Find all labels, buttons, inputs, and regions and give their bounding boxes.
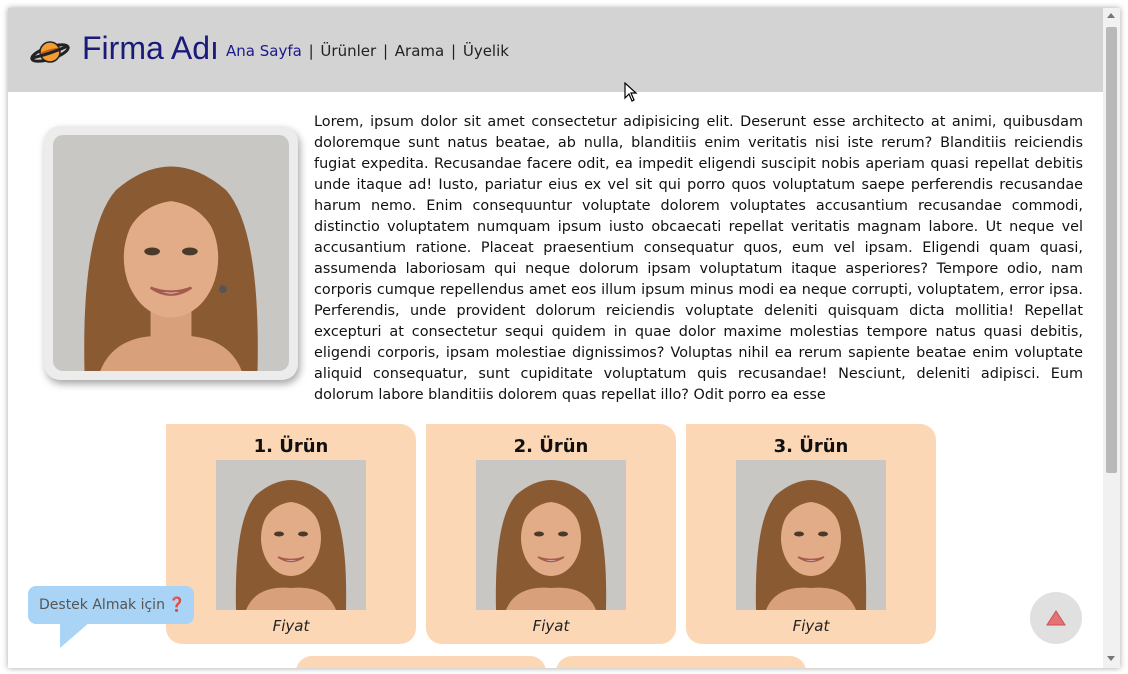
planet-logo-icon[interactable]: [30, 36, 70, 68]
profile-photo-frame: [44, 126, 298, 380]
product-image[interactable]: [476, 460, 626, 610]
scroll-down-arrow-icon[interactable]: [1107, 656, 1115, 661]
product-title: 3. Ürün: [773, 436, 849, 457]
nav-link-search[interactable]: Arama: [395, 42, 444, 60]
product-price: Fiyat: [272, 617, 310, 635]
nav-link-membership[interactable]: Üyelik: [463, 42, 509, 60]
scroll-up-arrow-icon[interactable]: [1107, 13, 1115, 18]
profile-photo: [53, 135, 289, 371]
nav-link-products[interactable]: Ürünler: [320, 42, 376, 60]
question-mark-icon: ❓: [167, 597, 186, 613]
arrow-up-icon: [1046, 610, 1066, 626]
nav-separator: |: [308, 42, 314, 60]
vertical-scrollbar[interactable]: [1103, 8, 1120, 668]
product-card-partial[interactable]: [296, 656, 546, 668]
product-title: 1. Ürün: [253, 436, 329, 457]
product-card[interactable]: 3. Ürün Fiyat: [686, 424, 936, 644]
product-card-partial[interactable]: [556, 656, 806, 668]
support-chat-button[interactable]: Destek Almak için ❓: [28, 586, 194, 624]
nav-separator: |: [382, 42, 388, 60]
product-price: Fiyat: [792, 617, 830, 635]
product-image[interactable]: [736, 460, 886, 610]
main-nav: Ana Sayfa | Ürünler | Arama | Üyelik: [226, 42, 509, 60]
site-header: Firma Adı Ana Sayfa | Ürünler | Arama | …: [8, 8, 1103, 92]
product-price: Fiyat: [532, 617, 570, 635]
browser-viewport: Firma Adı Ana Sayfa | Ürünler | Arama | …: [8, 8, 1120, 668]
product-card[interactable]: 2. Ürün Fiyat: [426, 424, 676, 644]
nav-separator: |: [451, 42, 457, 60]
product-title: 2. Ürün: [513, 436, 589, 457]
mouse-cursor-icon: [624, 82, 638, 102]
nav-link-home[interactable]: Ana Sayfa: [226, 42, 302, 60]
brand-name[interactable]: Firma Adı: [82, 30, 219, 67]
product-card[interactable]: 1. Ürün Fiyat: [166, 424, 416, 644]
intro-paragraph: Lorem, ipsum dolor sit amet consectetur …: [314, 114, 1083, 403]
support-bubble-tail: [60, 622, 90, 648]
product-image[interactable]: [216, 460, 366, 610]
support-label: Destek Almak için: [39, 597, 165, 613]
scrollbar-thumb[interactable]: [1106, 27, 1117, 473]
scroll-to-top-button[interactable]: [1030, 592, 1082, 644]
